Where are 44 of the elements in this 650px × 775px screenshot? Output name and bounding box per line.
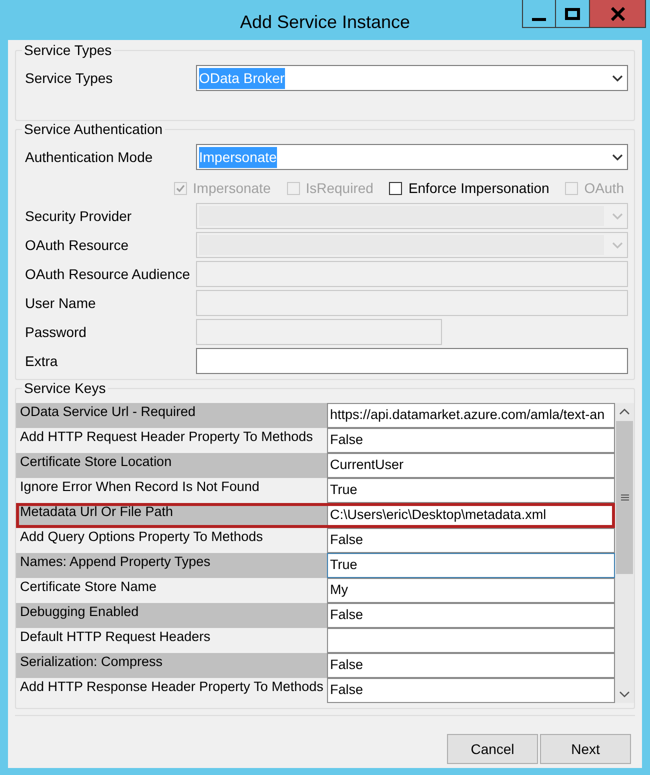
property-value-field[interactable]: CurrentUser xyxy=(327,453,615,478)
field-label: Authentication Mode xyxy=(25,148,154,167)
selected-value: OData Broker xyxy=(199,68,285,88)
window-title: Add Service Instance xyxy=(240,10,410,34)
property-name: Serialization: Compress xyxy=(16,653,327,678)
property-name: Certificate Store Location xyxy=(16,453,327,478)
property-value-field[interactable]: False xyxy=(327,528,615,553)
dialog-button[interactable]: Next xyxy=(540,734,631,764)
group-title: Service Types xyxy=(22,42,114,58)
minimize-button[interactable] xyxy=(522,0,556,28)
group-title: Service Authentication xyxy=(22,121,165,137)
property-value-field[interactable]: True xyxy=(327,553,615,578)
property-value-field[interactable]: https://api.datamarket.azure.com/amla/text-an xyxy=(327,403,615,428)
group-title: Service Keys xyxy=(22,380,108,396)
scroll-thumb[interactable] xyxy=(616,421,633,574)
chevron-down-icon xyxy=(612,212,623,220)
property-name: OData Service Url - Required xyxy=(16,403,327,428)
property-name: Debugging Enabled xyxy=(16,603,327,628)
close-button[interactable] xyxy=(590,0,646,28)
property-name: Names: Append Property Types xyxy=(16,553,327,578)
chevron-down-icon xyxy=(612,74,623,82)
field-label: OAuth Resource Audience xyxy=(25,265,191,284)
checkbox[interactable]: Enforce Impersonation xyxy=(389,178,550,198)
property-value-field[interactable]: My xyxy=(327,578,615,603)
property-value-field[interactable]: False xyxy=(327,428,615,453)
field-label: Extra xyxy=(25,352,59,371)
close-icon xyxy=(610,6,624,20)
input-field[interactable] xyxy=(196,348,628,374)
field-label: Security Provider xyxy=(25,207,133,226)
property-value-field[interactable]: False xyxy=(327,653,615,678)
scrollbar[interactable] xyxy=(615,403,634,703)
dialog-button[interactable]: Cancel xyxy=(447,734,538,764)
field-label: OAuth Resource xyxy=(25,236,130,255)
field-label: Password xyxy=(25,323,88,342)
property-value-field[interactable] xyxy=(327,628,615,653)
selected-value: Impersonate xyxy=(199,146,277,168)
checkmark-icon xyxy=(174,182,186,194)
chevron-down-icon xyxy=(612,154,623,160)
field-label: User Name xyxy=(25,294,97,313)
property-value-field[interactable]: True xyxy=(327,478,615,503)
field-label: Service Types xyxy=(25,69,114,88)
property-value-field[interactable]: False xyxy=(327,678,615,703)
chevron-down-icon xyxy=(612,242,623,248)
property-value-field[interactable]: False xyxy=(327,603,615,628)
